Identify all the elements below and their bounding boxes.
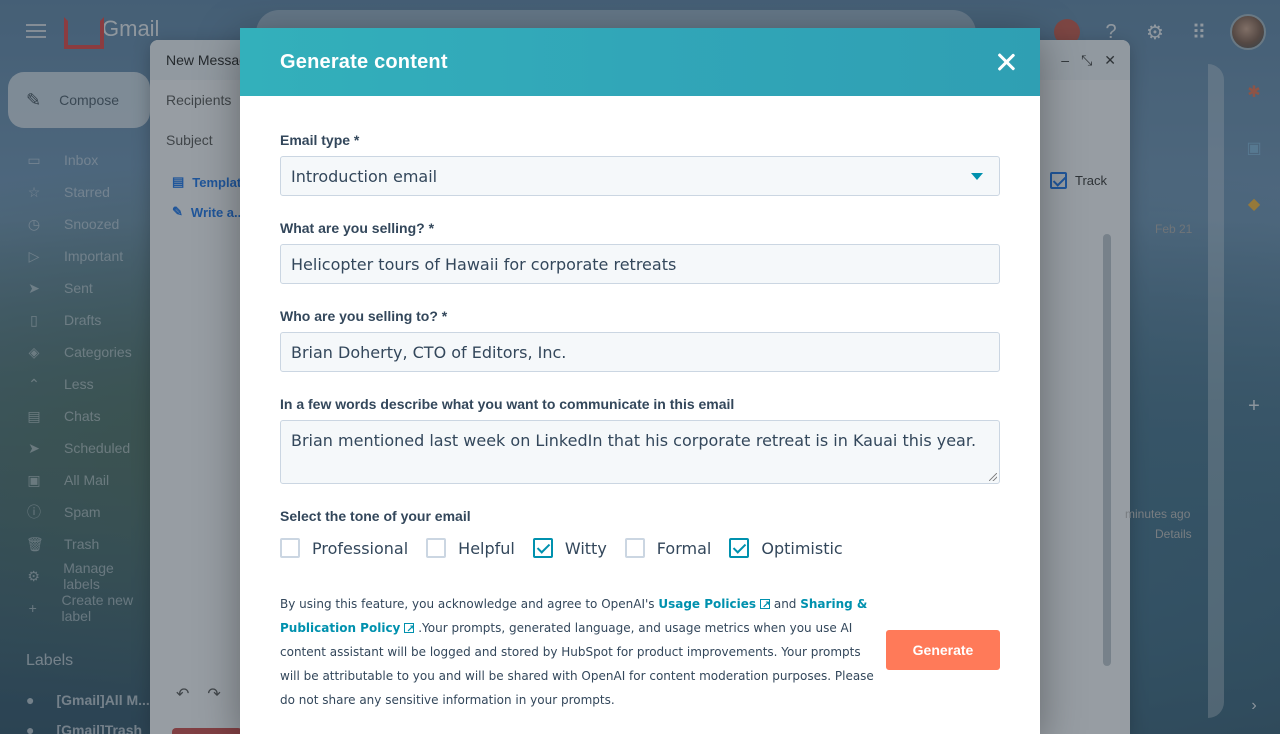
tone-options: Professional Helpful Witty Formal Optimistic [280,538,861,558]
generate-button[interactable]: Generate [886,630,1000,670]
tone-label-text: Formal [656,538,712,558]
tone-professional[interactable]: Professional [280,538,408,558]
usage-policies-link[interactable]: Usage Policies [658,594,770,618]
describe-value: Brian mentioned last week on LinkedIn th… [291,431,977,450]
modal-header: Generate content [240,28,1040,96]
tone-witty[interactable]: Witty [532,538,607,558]
selling-what-label: What are you selling? * [280,220,435,236]
tone-checkbox[interactable] [426,538,447,558]
tone-optimistic[interactable]: Optimistic [729,538,843,558]
tone-formal[interactable]: Formal [624,538,712,558]
describe-textarea[interactable]: Brian mentioned last week on LinkedIn th… [280,420,1000,484]
modal-title: Generate content [280,50,448,73]
email-type-label: Email type * [280,132,360,148]
email-type-value: Introduction email [291,166,438,186]
email-type-select[interactable]: Introduction email [280,156,1000,196]
tone-label: Select the tone of your email [280,508,471,524]
resize-handle[interactable] [989,473,997,481]
disclaimer-part: and [770,597,801,611]
generate-content-modal: Generate content Email type * Introducti… [240,28,1040,734]
close-icon[interactable] [994,50,1018,74]
external-link-icon [404,618,415,642]
caret-down-icon [971,173,983,180]
tone-label-text: Professional [312,538,409,558]
describe-label: In a few words describe what you want to… [280,396,735,412]
tone-checkbox[interactable] [532,538,553,558]
selling-to-input[interactable]: Brian Doherty, CTO of Editors, Inc. [280,332,1000,372]
selling-to-label: Who are you selling to? * [280,308,448,324]
external-link-icon [760,594,770,618]
usage-policies-text: Usage Policies [658,597,757,611]
tone-label-text: Witty [564,538,607,558]
tone-helpful[interactable]: Helpful [426,538,515,558]
tone-label-text: Optimistic [761,538,843,558]
disclaimer-part: By using this feature, you acknowledge a… [280,597,659,611]
selling-what-value: Helicopter tours of Hawaii for corporate… [291,254,677,274]
selling-what-input[interactable]: Helicopter tours of Hawaii for corporate… [280,244,1000,284]
tone-checkbox[interactable] [280,538,300,558]
tone-checkbox[interactable] [729,538,750,558]
disclaimer-text: By using this feature, you acknowledge a… [280,592,880,712]
selling-to-value: Brian Doherty, CTO of Editors, Inc. [291,342,567,362]
tone-checkbox[interactable] [624,538,645,558]
tone-label-text: Helpful [458,538,515,558]
